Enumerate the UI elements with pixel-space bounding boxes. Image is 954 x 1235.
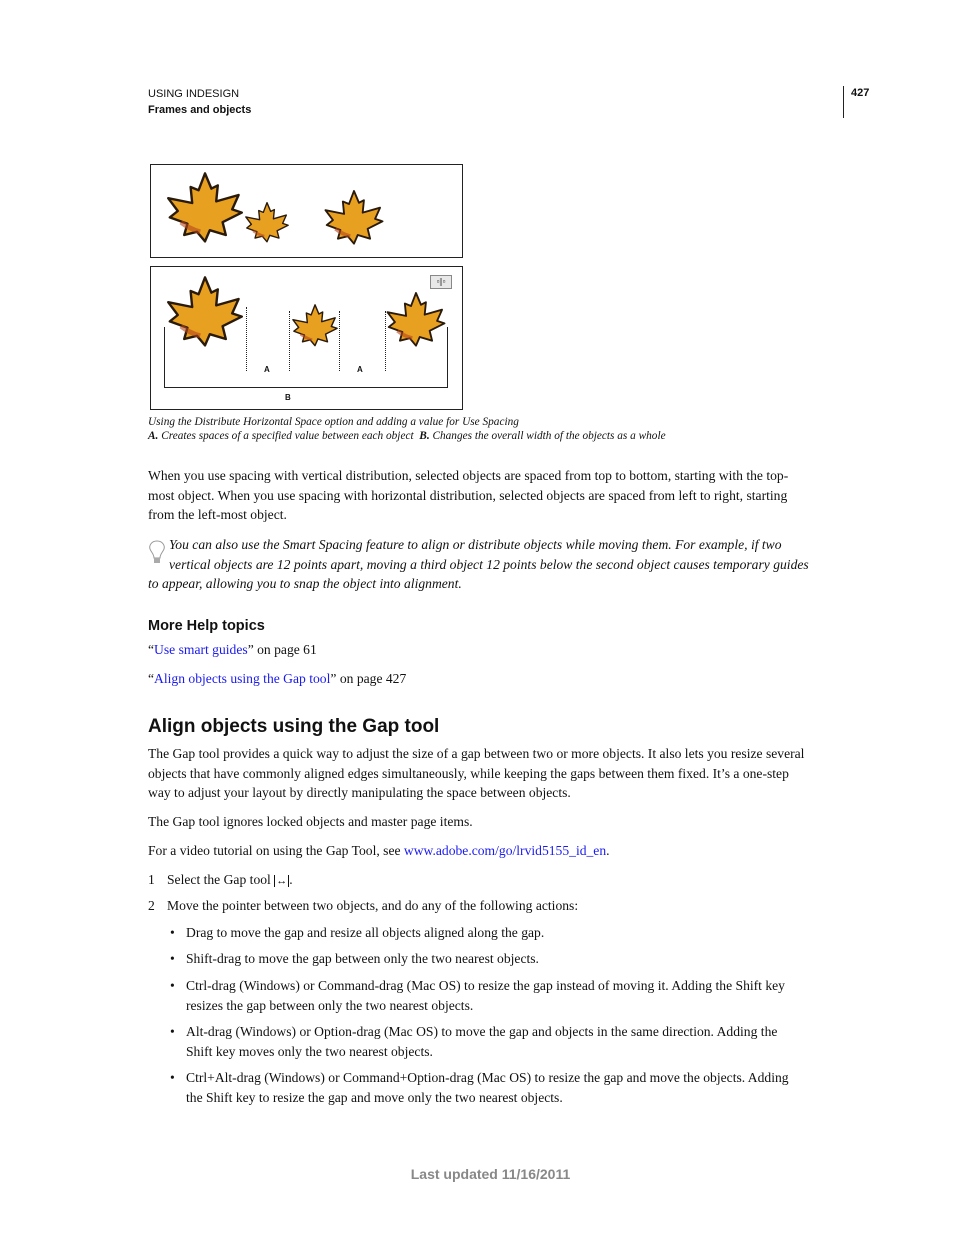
bullet: •: [170, 1024, 175, 1039]
more-help-title: More Help topics: [148, 618, 265, 634]
caption-text-a: Creates spaces of a specified value betw…: [161, 430, 414, 442]
leaf-small: [244, 201, 290, 243]
spacing-guide: [385, 311, 386, 371]
spacing-guide: [289, 311, 290, 371]
figure-caption: Using the Distribute Horizontal Space op…: [148, 416, 519, 428]
leaf-medium: [323, 189, 385, 245]
header-divider: [843, 86, 844, 118]
text-line: to appear, allowing you to snap the obje…: [148, 576, 462, 591]
distribute-horizontal-space-icon: ▫||▫: [430, 275, 452, 289]
bullet: •: [170, 925, 175, 940]
text-line: You can also use the Smart Spacing featu…: [169, 537, 782, 552]
text: .: [606, 843, 610, 858]
help-topic-item: “Align objects using the Gap tool” on pa…: [148, 671, 407, 686]
text-line: Shift key moves only the two nearest obj…: [186, 1043, 433, 1059]
text-line: Alt-drag (Windows) or Option-drag (Mac O…: [186, 1024, 778, 1039]
bullet-item: • Shift-drag to move the gap between only…: [170, 949, 539, 969]
label-a: A: [264, 365, 270, 374]
spacing-guide: [339, 311, 340, 371]
text-line: objects that have commonly aligned edges…: [148, 765, 789, 781]
running-header-book: USING INDESIGN: [148, 88, 240, 100]
bullet-item: • Drag to move the gap and resize all obj…: [170, 923, 545, 943]
text-line: Shift-drag to move the gap between only …: [186, 951, 539, 966]
page-number: 427: [851, 87, 870, 99]
text-line: The Gap tool provides a quick way to adj…: [148, 746, 805, 761]
paragraph-gap-intro: The Gap tool provides a quick way to adj…: [148, 744, 804, 803]
section-title: Align objects using the Gap tool: [148, 716, 440, 737]
spacing-guide: [246, 307, 247, 371]
label-b: B: [285, 393, 291, 402]
overall-width-bracket: [164, 327, 448, 388]
text-line: Ctrl-drag (Windows) or Command-drag (Mac…: [186, 978, 785, 993]
bullet: •: [170, 951, 175, 966]
gap-tool-icon: ↔: [274, 875, 290, 887]
step-2: 2 Move the pointer between two objects, a…: [148, 896, 578, 916]
figure-panel-before: [150, 164, 463, 258]
bullet-item: • Ctrl+Alt-drag (Windows) or Command+Opti…: [170, 1068, 789, 1107]
text-line: most object. When you use spacing with h…: [148, 487, 788, 503]
running-header-chapter: Frames and objects: [148, 104, 252, 116]
figure-panel-after: ▫||▫ A A B: [150, 266, 463, 410]
step-text: Select the Gap tool: [167, 872, 275, 887]
text-line: way to adjust your layout by directly ma…: [148, 785, 571, 800]
paragraph-video: For a video tutorial on using the Gap To…: [148, 841, 610, 861]
text-line: resizes the gap between only the two nea…: [186, 997, 474, 1013]
step-text: Move the pointer between two objects, an…: [167, 898, 579, 913]
tip-text: You can also use the Smart Spacing featu…: [148, 535, 809, 594]
link-suffix: on page 61: [253, 642, 317, 657]
help-topic-item: “Use smart guides” on page 61: [148, 642, 317, 657]
link-use-smart-guides[interactable]: Use smart guides: [154, 642, 248, 657]
text: For a video tutorial on using the Gap To…: [148, 843, 404, 858]
link-suffix: on page 427: [336, 671, 407, 686]
text-line: Ctrl+Alt-drag (Windows) or Command+Optio…: [186, 1070, 789, 1085]
figure-caption-legend: A. Creates spaces of a specified value b…: [148, 429, 666, 443]
paragraph-spacing: When you use spacing with vertical distr…: [148, 466, 788, 525]
leaf-large: [165, 171, 245, 243]
step-number: 1: [148, 872, 155, 887]
footer-last-updated: Last updated 11/16/2011: [410, 1166, 571, 1182]
text-line: vertical objects are 12 points apart, mo…: [169, 556, 809, 572]
step-number: 2: [148, 898, 155, 913]
text-line: When you use spacing with vertical distr…: [148, 468, 789, 483]
paragraph-locked: The Gap tool ignores locked objects and …: [148, 814, 473, 829]
caption-key-a: A.: [148, 430, 159, 442]
link-align-gap-tool[interactable]: Align objects using the Gap tool: [154, 671, 330, 686]
bullet-item: • Alt-drag (Windows) or Option-drag (Mac …: [170, 1022, 778, 1061]
text-line: from the left-most object.: [148, 507, 287, 522]
caption-key-b: B.: [419, 430, 430, 442]
caption-text-b: Changes the overall width of the objects…: [432, 430, 666, 442]
label-a: A: [357, 365, 363, 374]
text-line: Drag to move the gap and resize all obje…: [186, 925, 545, 940]
bullet: •: [170, 1070, 175, 1085]
step-1: 1 Select the Gap tool ↔.: [148, 870, 293, 892]
text-line: the Shift key to resize the gap and move…: [186, 1089, 563, 1105]
video-tutorial-link[interactable]: www.adobe.com/go/lrvid5155_id_en: [404, 843, 606, 858]
bullet: •: [170, 978, 175, 993]
bullet-item: • Ctrl-drag (Windows) or Command-drag (Ma…: [170, 976, 785, 1015]
